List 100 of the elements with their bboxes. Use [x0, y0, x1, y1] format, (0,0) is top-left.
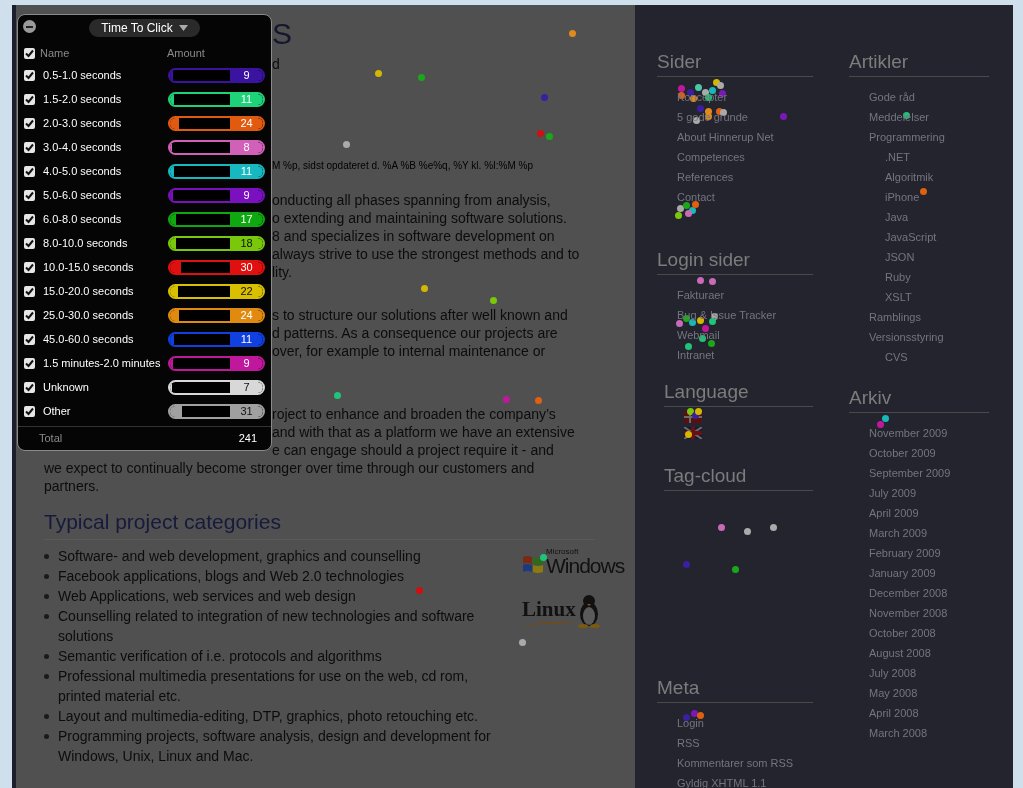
- checkbox[interactable]: [24, 405, 35, 417]
- bullet-icon: [44, 594, 49, 599]
- row-label: 6.0-8.0 seconds: [43, 211, 123, 227]
- checkbox[interactable]: [24, 69, 35, 81]
- sidebar-link[interactable]: May 2008: [869, 683, 918, 703]
- checkbox[interactable]: [24, 285, 35, 297]
- sidebar-link[interactable]: Login: [677, 713, 704, 733]
- section-title: Tag-cloud: [664, 465, 747, 486]
- list-item: Layout and multimedia-editing, DTP, graphics, photo retouching etc.: [58, 707, 478, 726]
- sidebar-link[interactable]: Java: [885, 207, 909, 227]
- sidebar-link[interactable]: February 2009: [869, 543, 941, 563]
- bullet-icon: [44, 614, 49, 619]
- list-item: Professional multimedia presentations for use on the web, cd rom, printed material etc.: [58, 667, 470, 706]
- sidebar-link[interactable]: March 2008: [869, 723, 928, 743]
- amount-value: 24: [230, 117, 263, 129]
- sidebar-link[interactable]: July 2008: [869, 663, 917, 683]
- sidebar-link[interactable]: December 2008: [869, 583, 948, 603]
- sidebar-link[interactable]: January 2009: [869, 563, 936, 583]
- amount-value: 8: [230, 141, 263, 153]
- sidebar-link[interactable]: Fakturaer: [677, 285, 725, 305]
- list-item: Programming projects, software analysis, design and development for Windows, Unix, Linux and Mac.: [58, 727, 492, 766]
- logo-text: Windows: [546, 556, 625, 576]
- sidebar-link[interactable]: .NET: [885, 147, 911, 167]
- checkbox[interactable]: [24, 117, 35, 129]
- sidebar-link[interactable]: Algoritmik: [885, 167, 934, 187]
- checkbox[interactable]: [24, 93, 35, 105]
- row-label: 10.0-15.0 seconds: [43, 259, 135, 275]
- sidebar-link[interactable]: RSS: [677, 733, 700, 753]
- sidebar-link[interactable]: Ruby: [885, 267, 911, 287]
- checkbox[interactable]: [24, 357, 35, 369]
- bullet-icon: [44, 714, 49, 719]
- checkbox[interactable]: [24, 189, 35, 201]
- sidebar-link[interactable]: Competences: [677, 147, 745, 167]
- sidebar-link[interactable]: Kommentarer som RSS: [677, 753, 794, 773]
- sidebar-link[interactable]: About Hinnerup Net: [677, 127, 774, 147]
- checkbox[interactable]: [24, 165, 35, 177]
- sidebar-link[interactable]: November 2009: [869, 423, 948, 443]
- bullet-icon: [44, 654, 49, 659]
- row-label: 15.0-20.0 seconds: [43, 283, 135, 299]
- sidebar-link[interactable]: November 2008: [869, 603, 948, 623]
- sidebar-link[interactable]: April 2009: [869, 503, 919, 523]
- title-dropdown[interactable]: Time To Click: [89, 18, 200, 37]
- sidebar-link[interactable]: March 2009: [869, 523, 928, 543]
- bullet-icon: [44, 574, 49, 579]
- sidebar-link[interactable]: April 2008: [869, 703, 919, 723]
- checkbox[interactable]: [24, 237, 35, 249]
- checkbox[interactable]: [24, 381, 35, 393]
- bullet-icon: [44, 734, 49, 739]
- sidebar-link[interactable]: Contact: [677, 187, 715, 207]
- bullet-icon: [44, 674, 49, 679]
- list-item: Web Applications, web services and web design: [58, 587, 356, 606]
- amount-value: 18: [230, 237, 263, 249]
- paragraph: onducting all phases spanning from analysis, o extending and maintaining software solutions. 8 and specializes in software development on always strive to use the strongest methods and to lity.: [272, 191, 580, 281]
- amount-value: 9: [230, 357, 263, 369]
- total-value: 241: [238, 431, 257, 447]
- row-label: 1.5-2.0 seconds: [43, 91, 123, 107]
- sidebar-link[interactable]: Webmail: [677, 325, 720, 345]
- section-title: Arkiv: [849, 387, 892, 408]
- sidebar-link[interactable]: Intranet: [677, 345, 715, 365]
- logo-small-text: Microsoft: [546, 548, 580, 556]
- sidebar-link[interactable]: JavaScript: [885, 227, 937, 247]
- checkbox[interactable]: [24, 333, 35, 345]
- checkbox[interactable]: [24, 141, 35, 153]
- row-label: 45.0-60.0 seconds: [43, 331, 135, 347]
- section-title: Meta: [657, 677, 700, 698]
- sidebar-link[interactable]: Bug & Issue Tracker: [677, 305, 777, 325]
- sidebar-link[interactable]: JSON: [885, 247, 915, 267]
- sidebar-link[interactable]: CVS: [885, 347, 908, 367]
- sidebar-link[interactable]: References: [677, 167, 734, 187]
- list-item: Counselling related to integration of new technologies and software solutions: [58, 607, 476, 646]
- sidebar-link[interactable]: Gode råd: [869, 87, 915, 107]
- row-label: 8.0-10.0 seconds: [43, 235, 129, 251]
- sidebar-link[interactable]: Programmering: [869, 127, 945, 147]
- sidebar-link[interactable]: XSLT: [885, 287, 912, 307]
- sidebar-link[interactable]: Ramblings: [869, 307, 921, 327]
- paragraph: we expect to continually become stronger over time through our customers and partners.: [44, 459, 535, 495]
- checkbox[interactable]: [24, 261, 35, 273]
- checkbox[interactable]: [24, 47, 35, 59]
- sidebar-link[interactable]: Versionsstyring: [869, 327, 944, 347]
- row-label: 1.5 minutes-2.0 minutes: [43, 355, 162, 371]
- sidebar-link[interactable]: September 2009: [869, 463, 951, 483]
- logo-text: Linux: [522, 598, 577, 620]
- checkbox[interactable]: [24, 309, 35, 321]
- date-line: M %p, sidst opdateret d. %A %B %e%q, %Y kl. %I:%M %p: [272, 160, 534, 171]
- column-header: Name: [40, 46, 71, 60]
- caret-icon: [178, 24, 188, 31]
- sidebar-link[interactable]: Meddelelser: [869, 107, 929, 127]
- sidebar-link[interactable]: October 2008: [869, 623, 936, 643]
- amount-value: 11: [230, 93, 263, 105]
- sidebar-link[interactable]: iPhone: [885, 187, 920, 207]
- collapse-button[interactable]: [23, 20, 36, 33]
- amount-value: 11: [230, 165, 263, 177]
- row-label: 3.0-4.0 seconds: [43, 139, 123, 155]
- row-label: 25.0-30.0 seconds: [43, 307, 135, 323]
- paragraph: s to structure our solutions after well known and d patterns. As a consequence our projects are over, for example to internal maintenance or: [272, 306, 568, 360]
- sidebar-link[interactable]: August 2008: [869, 643, 931, 663]
- checkbox[interactable]: [24, 213, 35, 225]
- list-item: Software- and web development, graphics and counselling: [58, 547, 421, 566]
- sidebar-link[interactable]: October 2009: [869, 443, 936, 463]
- sidebar-link[interactable]: July 2009: [869, 483, 917, 503]
